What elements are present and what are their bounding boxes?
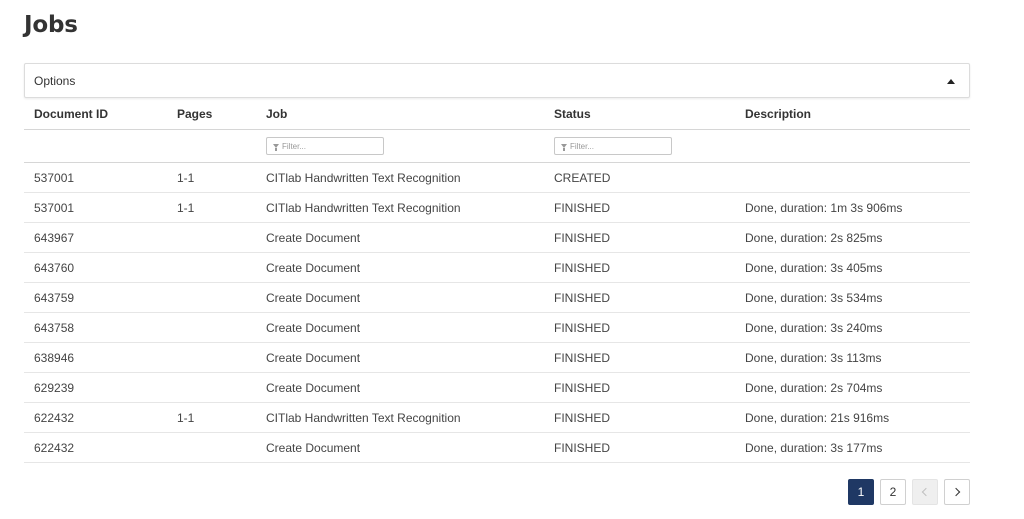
cell-pages — [167, 252, 256, 283]
prev-page-button[interactable] — [912, 479, 938, 505]
cell-document-id: 622432 — [24, 432, 167, 463]
cell-job: CITlab Handwritten Text Recognition — [256, 192, 544, 223]
filter-row: Filter... Filter... — [24, 129, 970, 163]
cell-status: FINISHED — [544, 282, 735, 313]
table-row[interactable]: 622432 Create Document FINISHED Done, durat… — [24, 432, 970, 463]
header-job[interactable]: Job — [256, 99, 544, 130]
header-description[interactable]: Description — [735, 99, 970, 130]
cell-status: FINISHED — [544, 402, 735, 433]
filter-icon — [561, 144, 567, 151]
options-panel[interactable]: Options — [24, 63, 970, 98]
options-label: Options — [34, 74, 76, 88]
cell-job: Create Document — [256, 222, 544, 253]
table-row[interactable]: 643967 Create Document FINISHED Done, durat… — [24, 222, 970, 253]
cell-job: Create Document — [256, 432, 544, 463]
cell-pages — [167, 222, 256, 253]
table-row[interactable]: 643759 Create Document FINISHED Done, durat… — [24, 282, 970, 313]
cell-description: Done, duration: 2s 704ms — [735, 372, 970, 403]
chevron-left-icon — [921, 487, 931, 497]
cell-pages — [167, 432, 256, 463]
caret-up-icon[interactable] — [947, 79, 955, 84]
header-status[interactable]: Status — [544, 99, 735, 130]
cell-document-id: 537001 — [24, 192, 167, 223]
filter-icon — [273, 144, 279, 151]
cell-document-id: 643758 — [24, 312, 167, 343]
cell-description — [735, 162, 970, 193]
table-row[interactable]: 643760 Create Document FINISHED Done, durat… — [24, 252, 970, 283]
cell-description: Done, duration: 3s 113ms — [735, 342, 970, 373]
cell-description: Done, duration: 3s 240ms — [735, 312, 970, 343]
cell-pages — [167, 312, 256, 343]
cell-status: FINISHED — [544, 432, 735, 463]
cell-status: FINISHED — [544, 342, 735, 373]
table-header-row: Document ID Pages Job Status Description — [24, 99, 970, 130]
cell-job: Create Document — [256, 342, 544, 373]
cell-document-id: 629239 — [24, 372, 167, 403]
job-filter-placeholder: Filter... — [282, 141, 307, 151]
cell-pages: 1-1 — [167, 402, 256, 433]
cell-pages: 1-1 — [167, 192, 256, 223]
cell-description: Done, duration: 3s 534ms — [735, 282, 970, 313]
table-row[interactable]: 537001 1-1 CITlab Handwritten Text Recogni… — [24, 162, 970, 193]
cell-status: FINISHED — [544, 222, 735, 253]
cell-job: Create Document — [256, 252, 544, 283]
table-row[interactable]: 537001 1-1 CITlab Handwritten Text Recogni… — [24, 192, 970, 223]
cell-job: Create Document — [256, 372, 544, 403]
cell-document-id: 643760 — [24, 252, 167, 283]
cell-pages: 1-1 — [167, 162, 256, 193]
jobs-table: Document ID Pages Job Status Description… — [24, 99, 970, 463]
pagination: 1 2 — [848, 479, 970, 505]
cell-pages — [167, 372, 256, 403]
cell-description: Done, duration: 3s 405ms — [735, 252, 970, 283]
cell-description: Done, duration: 1m 3s 906ms — [735, 192, 970, 223]
cell-job: CITlab Handwritten Text Recognition — [256, 402, 544, 433]
cell-document-id: 643759 — [24, 282, 167, 313]
cell-document-id: 638946 — [24, 342, 167, 373]
cell-job: Create Document — [256, 312, 544, 343]
cell-description: Done, duration: 21s 916ms — [735, 402, 970, 433]
status-filter-placeholder: Filter... — [570, 141, 595, 151]
cell-document-id: 537001 — [24, 162, 167, 193]
table-row[interactable]: 638946 Create Document FINISHED Done, durat… — [24, 342, 970, 373]
job-filter-input[interactable]: Filter... — [266, 137, 384, 155]
table-row[interactable]: 629239 Create Document FINISHED Done, durat… — [24, 372, 970, 403]
cell-job: CITlab Handwritten Text Recognition — [256, 162, 544, 193]
cell-job: Create Document — [256, 282, 544, 313]
chevron-right-icon — [951, 487, 961, 497]
table-row[interactable]: 622432 1-1 CITlab Handwritten Text Recogni… — [24, 402, 970, 433]
header-document-id[interactable]: Document ID — [24, 99, 167, 130]
page-title: Jobs — [24, 12, 78, 38]
cell-document-id: 643967 — [24, 222, 167, 253]
page-button-2[interactable]: 2 — [880, 479, 906, 505]
table-row[interactable]: 643758 Create Document FINISHED Done, durat… — [24, 312, 970, 343]
cell-status: FINISHED — [544, 372, 735, 403]
cell-pages — [167, 342, 256, 373]
cell-document-id: 622432 — [24, 402, 167, 433]
cell-description: Done, duration: 2s 825ms — [735, 222, 970, 253]
cell-pages — [167, 282, 256, 313]
header-pages[interactable]: Pages — [167, 99, 256, 130]
next-page-button[interactable] — [944, 479, 970, 505]
cell-status: FINISHED — [544, 252, 735, 283]
page-button-1[interactable]: 1 — [848, 479, 874, 505]
cell-status: FINISHED — [544, 192, 735, 223]
status-filter-input[interactable]: Filter... — [554, 137, 672, 155]
cell-description: Done, duration: 3s 177ms — [735, 432, 970, 463]
cell-status: CREATED — [544, 162, 735, 193]
cell-status: FINISHED — [544, 312, 735, 343]
